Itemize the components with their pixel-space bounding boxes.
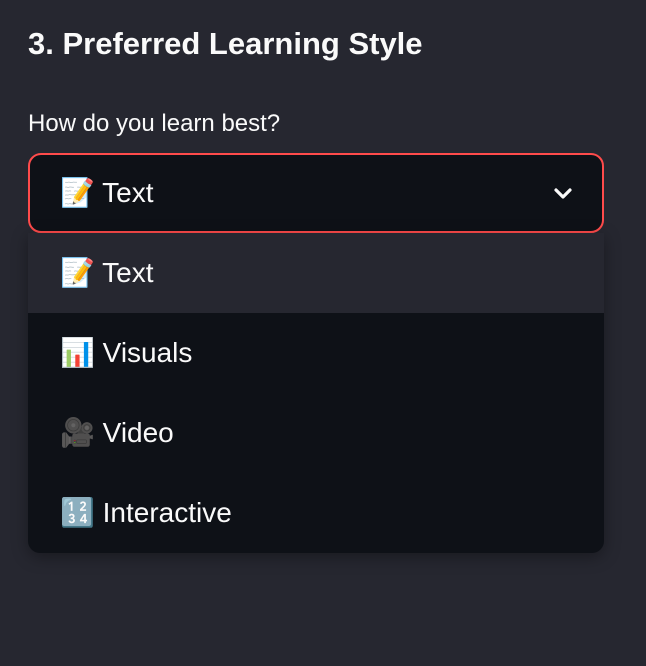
option-text[interactable]: 📝 Text xyxy=(28,233,604,313)
option-visuals[interactable]: 📊 Visuals xyxy=(28,313,604,393)
chevron-down-icon[interactable] xyxy=(552,182,574,204)
option-video[interactable]: 🎥 Video xyxy=(28,393,604,473)
learning-style-select[interactable]: 📝 Text xyxy=(28,153,604,233)
learning-style-options-list: 📝 Text 📊 Visuals 🎥 Video 🔢 Interactive xyxy=(28,233,604,553)
option-interactive[interactable]: 🔢 Interactive xyxy=(28,473,604,553)
learning-style-label: How do you learn best? xyxy=(28,110,281,137)
section-title: 3. Preferred Learning Style xyxy=(28,26,423,61)
selected-value: 📝 Text xyxy=(60,177,154,208)
